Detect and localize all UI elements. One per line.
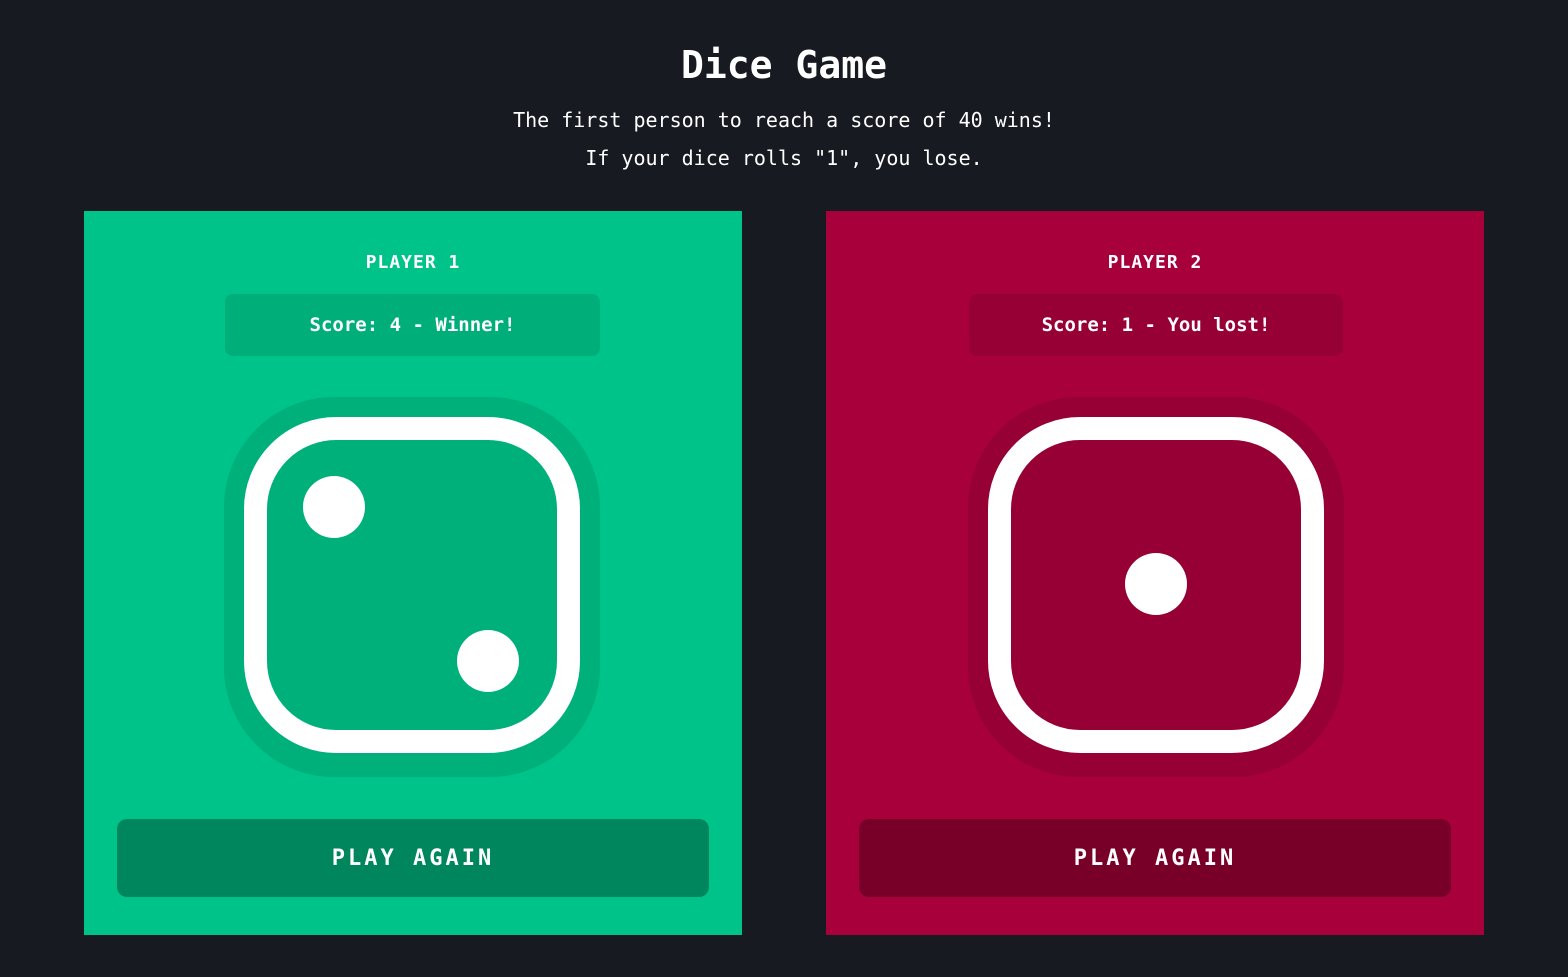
- dice-two-icon: [224, 397, 600, 777]
- player-1-panel: PLAYER 1 Score: 4 - Winner! PLAY AGAIN: [84, 211, 742, 935]
- dice-pip: [457, 630, 519, 692]
- player-2-panel: PLAYER 2 Score: 1 - You lost! PLAY AGAIN: [826, 211, 1484, 935]
- player-1-score: Score: 4 - Winner!: [225, 294, 600, 356]
- page-title: Dice Game: [681, 43, 887, 87]
- dice-pip: [303, 476, 365, 538]
- rule-text-win: The first person to reach a score of 40 …: [513, 108, 1055, 132]
- dice-face: [244, 417, 580, 753]
- dice-face: [988, 417, 1324, 753]
- player-2-play-again-button[interactable]: PLAY AGAIN: [859, 819, 1451, 897]
- player-2-score: Score: 1 - You lost!: [969, 294, 1343, 356]
- rule-text-lose: If your dice rolls "1", you lose.: [585, 146, 983, 170]
- player-2-label: PLAYER 2: [1107, 252, 1203, 273]
- player-1-label: PLAYER 1: [365, 252, 461, 273]
- dice-pip: [1125, 553, 1187, 615]
- player-1-play-again-button[interactable]: PLAY AGAIN: [117, 819, 709, 897]
- dice-one-icon: [968, 397, 1344, 777]
